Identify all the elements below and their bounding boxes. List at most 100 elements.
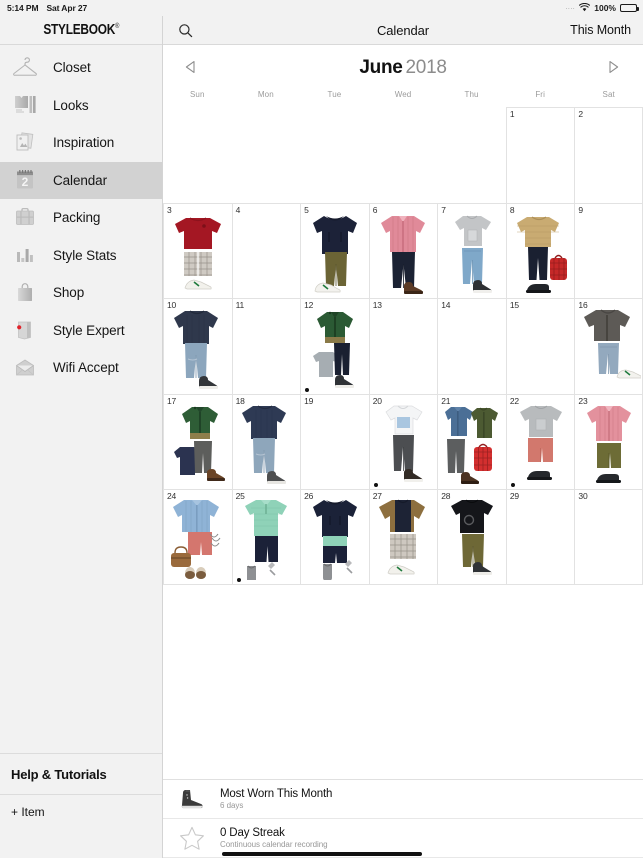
logo-registered-mark: ® [114,23,119,31]
sidebar-item-wifi-accept[interactable]: Wifi Accept [0,349,162,387]
calendar-day-cell[interactable]: 11 [231,298,301,394]
outfit-thumbnail[interactable] [438,204,506,299]
calendar-day-cell[interactable]: 29 [505,489,575,585]
calendar-empty-cell [163,107,232,203]
calendar-day-cell[interactable]: 13 [368,298,438,394]
day-number: 6 [372,204,378,215]
battery-full-icon [620,4,639,12]
stat-title: Most Worn This Month [220,788,333,800]
stat-text-group: Most Worn This Month 6 days [220,788,332,810]
calendar-day-cell[interactable]: 15 [505,298,575,394]
outfit-thumbnail[interactable] [575,299,642,394]
calendar-day-cell[interactable]: 17 [163,393,232,490]
sidebar-item-style-stats[interactable]: Style Stats [0,237,162,275]
day-number: 26 [304,491,314,501]
sidebar-item-label: Shop [53,285,85,301]
calendar-day-cell[interactable]: 12 [300,298,369,394]
calendar-week-row: 24 25 26 27 28 29 30 [163,489,643,585]
sidebar-item-shop[interactable]: Shop [0,274,162,312]
calendar-day-cell[interactable]: 7 [437,202,506,299]
calendar-day-cell[interactable]: 26 [300,489,369,585]
sidebar-item-style-expert[interactable]: Style Expert [0,312,162,350]
this-month-button[interactable]: This Month [570,23,631,37]
outfit-thumbnail[interactable] [370,204,438,299]
calendar-week-row: 12 [163,107,643,203]
outfit-thumbnail[interactable] [301,299,369,394]
calendar-day-cell[interactable]: 19 [300,393,369,489]
calendar-day-cell[interactable]: 16 [574,298,643,394]
outfit-thumbnail[interactable] [438,395,506,490]
sidebar-bottom-pad [0,828,162,858]
calendar-day-cell[interactable]: 25 [231,489,301,585]
stat-most-worn[interactable]: Most Worn This Month 6 days [163,780,643,819]
photos-icon [10,129,40,157]
outfit-thumbnail[interactable] [164,299,232,394]
calendar-empty-cell [232,107,301,203]
calendar-day-cell[interactable]: 28 [437,489,506,585]
calendar-day-cell[interactable]: 21 [437,393,506,490]
outfit-thumbnail[interactable] [164,395,232,490]
outfit-thumbnail[interactable] [438,490,506,584]
app-logo: STYLEBOOK® [0,16,162,45]
calendar-day-cell[interactable]: 27 [368,489,438,585]
calendar-day-cell[interactable]: 24 [163,489,232,585]
sidebar-item-calendar[interactable]: 2 Calendar [0,161,162,199]
outfit-thumbnail[interactable] [507,204,575,299]
outfit-thumbnail[interactable] [370,490,438,584]
outfit-thumbnail[interactable] [233,395,301,490]
envelope-icon [10,354,40,382]
calendar-day-cell[interactable]: 18 [231,393,301,490]
day-number: 23 [578,395,588,406]
day-marker-dot [510,483,515,487]
sidebar-item-packing[interactable]: Packing [0,199,162,237]
svg-text:2: 2 [22,175,29,189]
app-root: STYLEBOOK® Closet Looks Inspiration 2 Ca… [0,16,643,858]
logo-text: STYLEBOOK® [43,22,119,38]
sidebar-item-label: Style Expert [53,322,125,338]
sidebar-item-looks[interactable]: Looks [0,87,162,125]
calendar-day-cell[interactable]: 30 [574,489,643,585]
calendar-day-cell[interactable]: 2 [574,107,643,203]
outfit-thumbnail[interactable] [164,204,232,299]
calendar-day-cell[interactable]: 8 [505,202,575,299]
help-and-tutorials-button[interactable]: Help & Tutorials [0,753,162,795]
book-badge-icon [10,316,40,344]
sidebar-item-closet[interactable]: Closet [0,49,162,87]
calendar-day-cell[interactable]: 14 [437,298,506,394]
chevron-left-icon[interactable] [183,59,201,77]
logo-wordmark: STYLEBOOK [43,22,115,38]
chevron-right-icon[interactable] [605,59,623,77]
calendar-day-cell[interactable]: 10 [163,298,232,394]
search-icon[interactable] [175,20,195,40]
sidebar-item-inspiration[interactable]: Inspiration [0,124,162,162]
calendar-day-cell[interactable]: 3 [163,202,232,299]
calendar-day-cell[interactable]: 4 [231,202,301,298]
bar-chart-icon [10,241,40,269]
stat-subtitle: 6 days [220,801,244,810]
calendar-day-cell[interactable]: 22 [505,393,575,490]
outfit-thumbnail[interactable] [575,395,642,490]
calendar-day-cell[interactable]: 9 [574,202,643,298]
day-number: 4 [235,204,241,215]
outfit-thumbnail[interactable] [301,490,369,584]
weekday-label: Mon [257,90,274,99]
day-number: 16 [578,300,588,310]
outfit-thumbnail[interactable] [301,204,369,299]
day-number: 10 [167,300,177,310]
calendar-day-cell[interactable]: 23 [574,393,643,490]
calendar-week-row: 3 4 5 6 7 8 9 [163,202,643,299]
calendar-day-cell[interactable]: 5 [300,202,369,299]
day-number: 27 [372,491,382,501]
add-item-button[interactable]: + Item [0,795,162,828]
calendar-day-cell[interactable]: 1 [505,107,575,203]
outfit-thumbnail[interactable] [164,490,232,584]
outfit-thumbnail[interactable] [233,490,301,584]
status-time: 5:14 PM [7,3,39,13]
calendar-day-cell[interactable]: 6 [368,202,438,299]
calendar-day-cell[interactable]: 20 [368,393,438,490]
outfit-icon [10,91,40,119]
home-indicator[interactable] [221,852,422,856]
outfit-thumbnail[interactable] [370,395,438,490]
outfit-thumbnail[interactable] [507,395,575,490]
